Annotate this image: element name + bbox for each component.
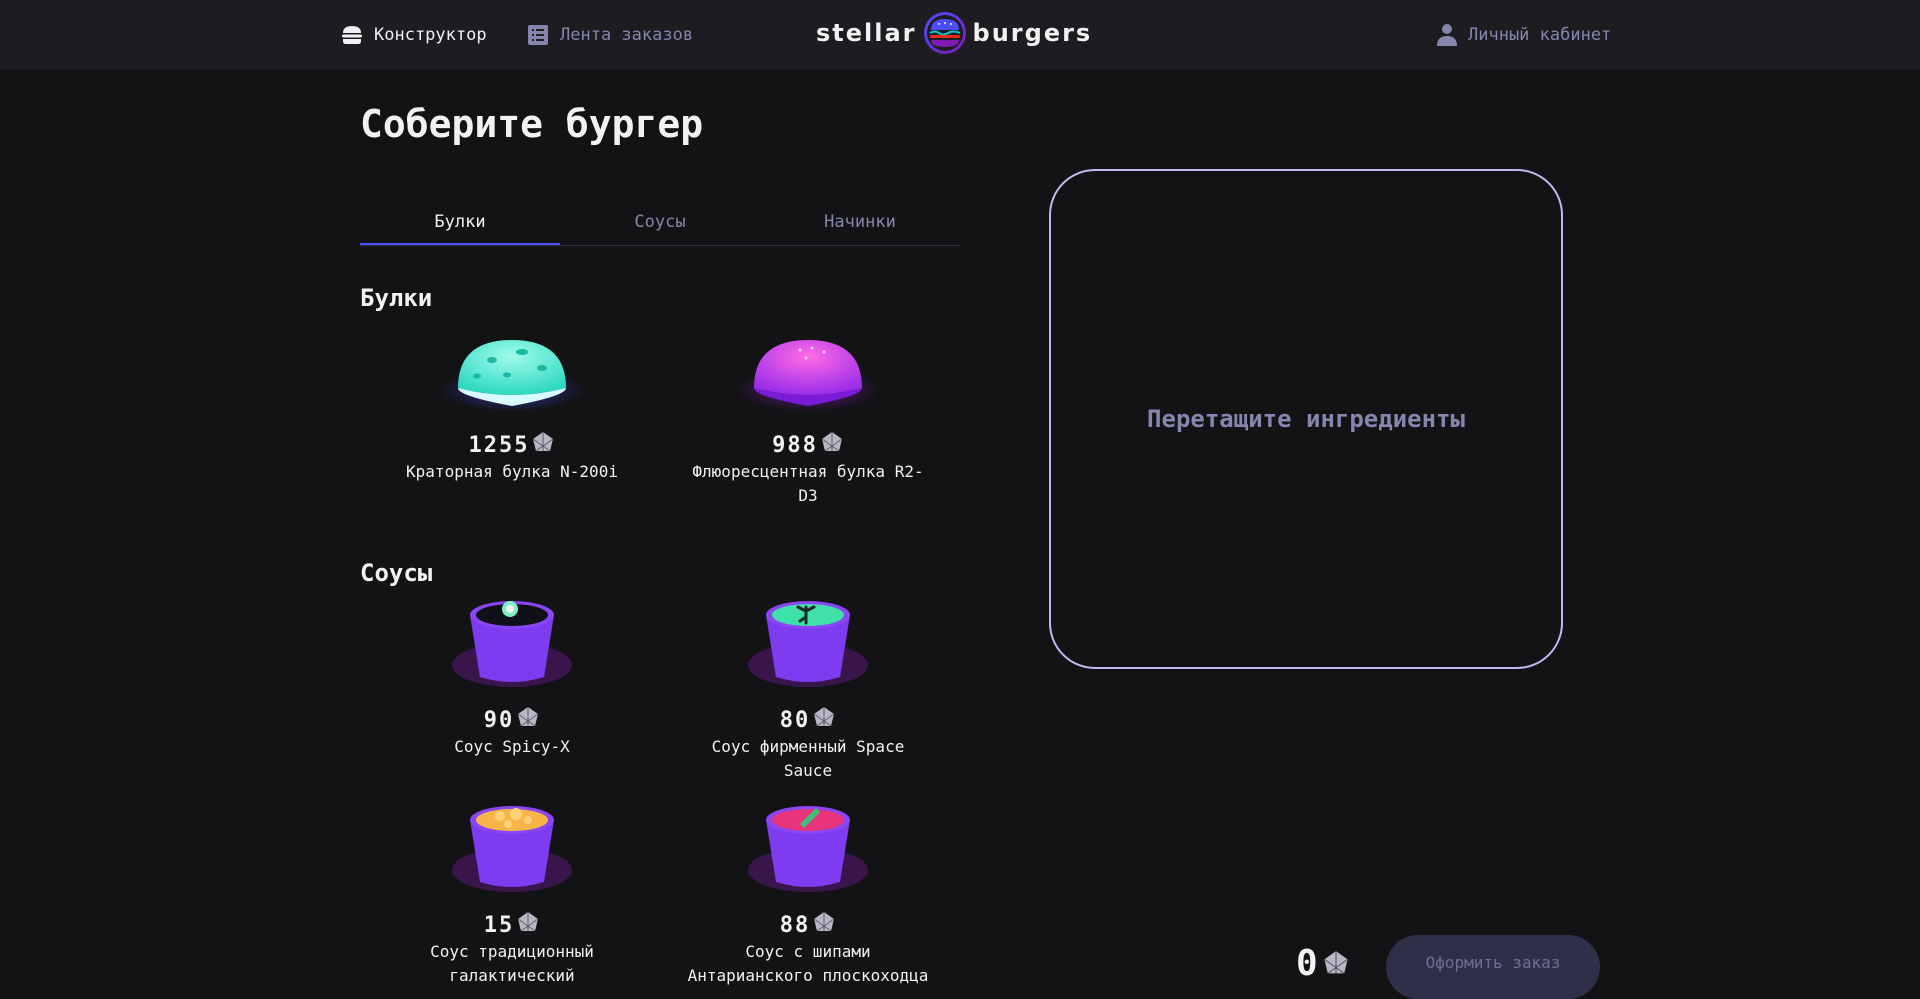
ingredient-card[interactable]: 80 Соус фирменный Space Sauce — [672, 595, 944, 783]
price: 90 — [376, 707, 648, 733]
ingredient-card[interactable]: 88 Соус с шипами Антарианского плоскоход… — [672, 800, 944, 988]
nav-order-feed-label: Лента заказов — [560, 24, 694, 45]
app-header: Конструктор Лента заказов stellar burger… — [0, 0, 1920, 69]
list-icon — [526, 23, 550, 47]
currency-icon — [812, 911, 836, 939]
price-value: 88 — [779, 912, 811, 938]
ingredient-card[interactable]: 90 Соус Spicy-X — [376, 595, 648, 759]
price: 88 — [672, 912, 944, 938]
price: 1255 — [376, 432, 648, 458]
section-title-buns: Булки — [360, 284, 433, 312]
space-sauce-image — [748, 601, 868, 687]
ingredient-tabs: Булки Соусы Начинки — [360, 200, 960, 246]
nav-constructor[interactable]: Конструктор — [340, 0, 487, 69]
price-value: 988 — [772, 432, 818, 458]
nav-profile[interactable]: Личный кабинет — [1436, 0, 1611, 69]
profile-icon — [1436, 23, 1458, 47]
nav-order-feed[interactable]: Лента заказов — [526, 0, 693, 69]
nav-profile-label: Личный кабинет — [1468, 24, 1612, 45]
spiked-sauce-image — [748, 806, 868, 892]
section-title-sauces: Соусы — [360, 559, 433, 587]
currency-icon — [516, 911, 540, 939]
crater-bun-image — [440, 340, 584, 412]
price: 15 — [376, 912, 648, 938]
price-value: 1255 — [468, 432, 530, 458]
nav-constructor-label: Конструктор — [374, 24, 487, 45]
currency-icon — [516, 706, 540, 734]
tab-sauces[interactable]: Соусы — [560, 200, 760, 243]
logo-emblem-icon — [923, 11, 967, 55]
logo-text-right: burgers — [972, 19, 1093, 47]
burger-icon — [340, 23, 364, 47]
ingredient-name: Краторная булка N-200i — [406, 462, 618, 481]
place-order-button[interactable]: Оформить заказ — [1386, 935, 1600, 999]
order-total: 0 — [1296, 943, 1350, 984]
price-value: 90 — [483, 707, 515, 733]
page-title: Соберите бургер — [360, 102, 704, 146]
spicy-sauce-image — [452, 601, 572, 687]
ingredient-name: Соус фирменный Space Sauce — [711, 737, 905, 780]
price-value: 15 — [483, 912, 515, 938]
dropzone-placeholder: Перетащите ингредиенты — [1147, 405, 1465, 433]
logo-text-left: stellar — [816, 19, 917, 47]
ingredients-dropzone[interactable]: Перетащите ингредиенты — [1049, 169, 1563, 669]
tab-buns[interactable]: Булки — [360, 200, 560, 245]
currency-icon — [531, 431, 555, 459]
ingredient-card[interactable]: 15 Соус традиционный галактический — [376, 800, 648, 988]
ingredient-card[interactable]: 1255 Краторная булка N-200i — [376, 320, 648, 484]
currency-icon — [820, 431, 844, 459]
tab-fillings[interactable]: Начинки — [760, 200, 960, 243]
price-value: 80 — [779, 707, 811, 733]
stellar-burgers-logo[interactable]: stellar burgers — [816, 8, 1092, 58]
total-value: 0 — [1296, 943, 1318, 984]
price: 988 — [672, 432, 944, 458]
ingredient-name: Соус с шипами Антарианского плоскоходца — [687, 942, 929, 985]
currency-icon — [1322, 950, 1350, 978]
price: 80 — [672, 707, 944, 733]
ingredient-name: Соус Spicy-X — [454, 737, 570, 756]
ingredient-card[interactable]: 988 Флюоресцентная булка R2-D3 — [672, 320, 944, 508]
currency-icon — [812, 706, 836, 734]
ingredient-name: Соус традиционный галактический — [430, 942, 594, 985]
fluorescent-bun-image — [736, 340, 880, 412]
galactic-sauce-image — [452, 806, 572, 892]
ingredient-name: Флюоресцентная булка R2-D3 — [692, 462, 924, 505]
